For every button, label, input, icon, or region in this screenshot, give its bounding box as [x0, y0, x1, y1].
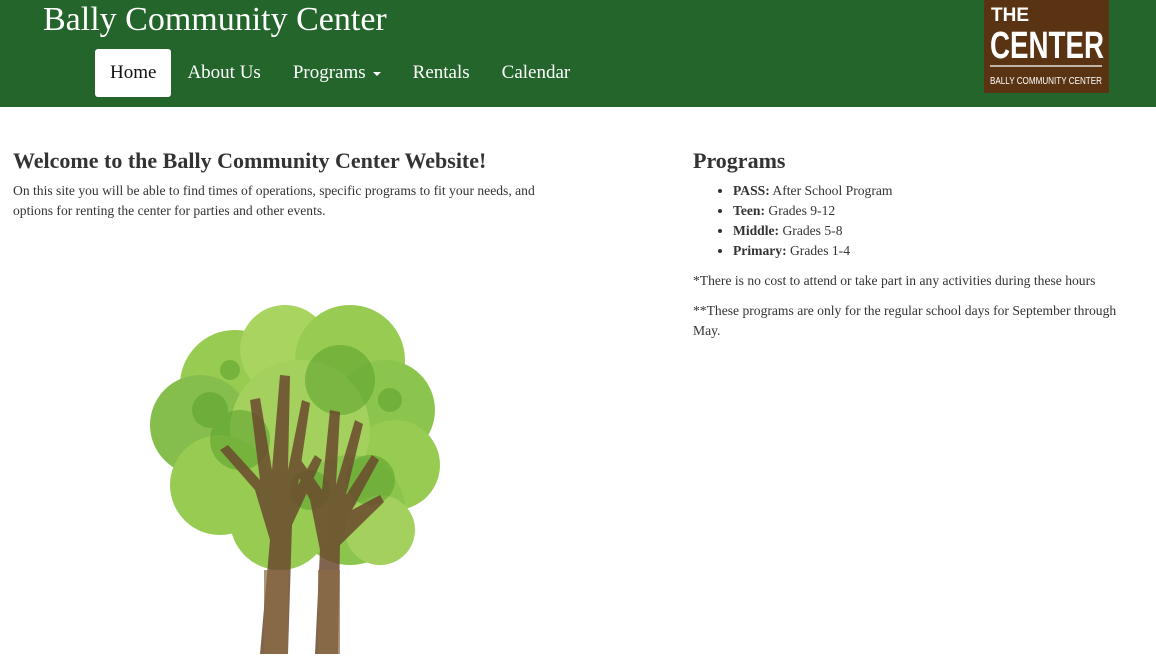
- programs-section: Programs PASS: After School Program Teen…: [693, 146, 1143, 341]
- program-desc: After School Program: [769, 183, 893, 198]
- program-desc: Grades 5-8: [779, 223, 843, 238]
- nav-programs-label: Programs: [292, 62, 366, 83]
- list-item: Middle: Grades 5-8: [733, 221, 1143, 241]
- tree-hands-icon: [150, 305, 440, 654]
- caret-down-icon: [372, 72, 381, 76]
- logo-line2: CENTER: [990, 25, 1104, 67]
- nav-home[interactable]: Home: [95, 49, 172, 97]
- nav-about-us-label: About Us: [187, 62, 261, 83]
- program-desc: Grades 9-12: [764, 203, 836, 218]
- main-nav: Home About Us Programs Rentals Calendar: [95, 49, 586, 97]
- nav-programs[interactable]: Programs: [277, 49, 397, 97]
- logo-line3: BALLY COMMUNITY CENTER: [990, 76, 1102, 87]
- program-name: Teen:: [733, 203, 765, 218]
- nav-about-us[interactable]: About Us: [171, 49, 276, 97]
- nav-rentals-label: Rentals: [412, 62, 470, 83]
- program-name: Primary:: [733, 243, 787, 258]
- welcome-section: Welcome to the Bally Community Center We…: [13, 146, 593, 221]
- site-title[interactable]: Bally Community Center: [43, 0, 387, 40]
- list-item: PASS: After School Program: [733, 181, 1143, 201]
- welcome-heading: Welcome to the Bally Community Center We…: [13, 148, 487, 173]
- welcome-text: On this site you will be able to find ti…: [13, 183, 535, 218]
- nav-calendar-label: Calendar: [501, 62, 571, 83]
- nav-home-label: Home: [110, 62, 157, 83]
- center-logo[interactable]: THE CENTER BALLY COMMUNITY CENTER: [984, 0, 1109, 93]
- program-name: Middle:: [733, 223, 780, 238]
- cost-note: *There is no cost to attend or take part…: [693, 273, 1096, 288]
- list-item: Teen: Grades 9-12: [733, 201, 1143, 221]
- program-name: PASS:: [733, 183, 770, 198]
- programs-list: PASS: After School Program Teen: Grades …: [693, 181, 1143, 261]
- logo-line1: THE: [991, 5, 1029, 26]
- site-header: Bally Community Center Home About Us Pro…: [0, 0, 1156, 107]
- nav-calendar[interactable]: Calendar: [486, 49, 587, 97]
- center-logo-graphic: THE CENTER BALLY COMMUNITY CENTER: [990, 5, 1104, 87]
- list-item: Primary: Grades 1-4: [733, 241, 1143, 261]
- nav-rentals[interactable]: Rentals: [397, 49, 486, 97]
- schedule-note: **These programs are only for the regula…: [693, 303, 1117, 338]
- programs-heading: Programs: [693, 148, 786, 173]
- program-desc: Grades 1-4: [786, 243, 851, 258]
- tree-illustration: [140, 290, 460, 654]
